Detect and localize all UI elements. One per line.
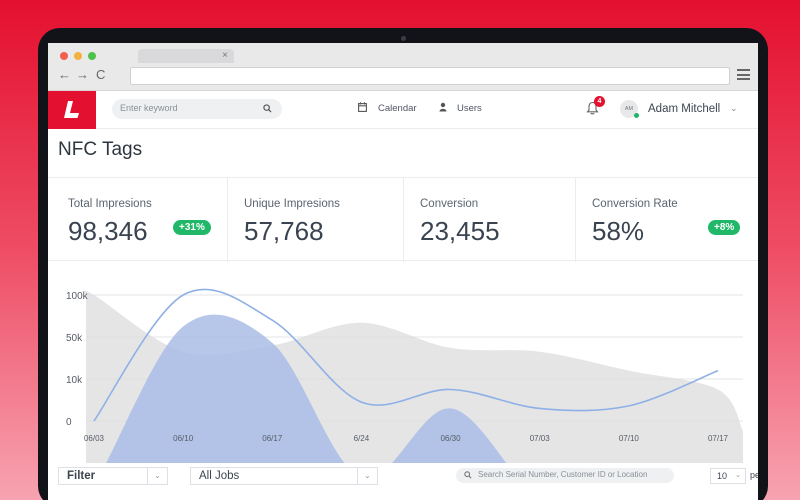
- stat-change-badge: +31%: [173, 220, 211, 235]
- user-icon: [439, 102, 447, 112]
- x-tick-label: 07/17: [708, 434, 729, 443]
- browser-menu-icon[interactable]: [737, 69, 750, 80]
- per-page-suffix: pe: [750, 470, 758, 480]
- users-label: Users: [457, 103, 482, 114]
- address-bar[interactable]: [130, 67, 730, 85]
- online-status-dot: [634, 113, 639, 118]
- per-page-chevron-down-icon: ⌄: [735, 472, 741, 479]
- logo-l-icon: [64, 101, 79, 118]
- calendar-icon: [358, 102, 367, 112]
- y-tick-label: 0: [66, 417, 72, 428]
- serial-search-placeholder: Search Serial Number, Customer ID or Loc…: [478, 470, 648, 479]
- x-tick-label: 07/10: [619, 434, 640, 443]
- reload-icon[interactable]: C: [96, 67, 105, 83]
- per-page-value: 10: [717, 471, 728, 481]
- x-tick-label: 06/30: [441, 434, 462, 443]
- keyword-search-placeholder: Enter keyword: [120, 103, 178, 113]
- forward-icon[interactable]: →: [76, 67, 89, 83]
- stat-total-impressions: Total Impresions 98,346 +31%: [48, 178, 228, 262]
- stats-row: Total Impresions 98,346 +31% Unique Impr…: [48, 177, 758, 262]
- keyword-search[interactable]: Enter keyword: [112, 99, 282, 119]
- maximize-window-dot[interactable]: [88, 52, 96, 60]
- stat-value: 57,768: [244, 216, 324, 246]
- jobs-chevron-down-icon[interactable]: ⌄: [357, 468, 377, 484]
- stat-unique-impressions: Unique Impresions 57,768: [228, 178, 404, 262]
- x-tick-label: 06/10: [173, 434, 194, 443]
- user-name[interactable]: Adam Mitchell: [648, 103, 720, 115]
- stat-label: Conversion: [420, 198, 479, 210]
- close-window-dot[interactable]: [60, 52, 68, 60]
- filter-select[interactable]: Filter ⌄: [58, 467, 168, 485]
- search-icon[interactable]: [263, 104, 272, 113]
- jobs-select[interactable]: All Jobs ⌄: [190, 467, 378, 485]
- minimize-window-dot[interactable]: [74, 52, 82, 60]
- stat-change-badge: +8%: [708, 220, 741, 235]
- calendar-link[interactable]: Calendar: [358, 102, 417, 114]
- x-tick-label: 6/24: [354, 434, 370, 443]
- impressions-chart: 100k 50k 10k 0 06/03 06/10 06/17 6/24 06/30 07/0…: [48, 261, 758, 500]
- brand-logo[interactable]: [48, 91, 96, 129]
- stat-label: Total Impresions: [68, 198, 152, 210]
- filter-select-label: Filter: [67, 470, 96, 482]
- browser-chrome: × ← → C: [48, 43, 758, 91]
- tab-close-icon[interactable]: ×: [222, 49, 228, 63]
- x-tick-label: 06/03: [84, 434, 105, 443]
- calendar-label: Calendar: [378, 103, 417, 114]
- chart-svg: 100k 50k 10k 0 06/03 06/10 06/17 6/24 06/30 07/0…: [66, 288, 758, 500]
- serial-search-input[interactable]: Search Serial Number, Customer ID or Loc…: [456, 468, 674, 483]
- per-page-select[interactable]: 10 ⌄: [710, 468, 746, 484]
- stat-value: 98,346: [68, 216, 148, 246]
- stat-conversion-rate: Conversion Rate 58% +8%: [576, 178, 758, 262]
- search-icon: [464, 471, 472, 479]
- stat-label: Conversion Rate: [592, 198, 678, 210]
- app-header: Enter keyword Calendar Users 4 AM Adam M…: [48, 91, 758, 129]
- stat-value: 58%: [592, 216, 645, 246]
- x-tick-label: 06/17: [262, 434, 283, 443]
- page-title: NFC Tags: [58, 139, 143, 160]
- y-tick-label: 10k: [66, 375, 83, 386]
- notification-count-badge: 4: [594, 96, 605, 107]
- user-menu-chevron-down-icon[interactable]: ⌄: [730, 103, 738, 114]
- filter-chevron-down-icon[interactable]: ⌄: [147, 468, 167, 484]
- camera: [401, 36, 406, 41]
- stat-conversion: Conversion 23,455: [404, 178, 576, 262]
- filter-bar: Filter ⌄ All Jobs ⌄ Search Serial Number…: [48, 463, 758, 500]
- users-link[interactable]: Users: [439, 102, 482, 114]
- laptop-frame: × ← → C Enter keyword Calendar Users 4 A…: [38, 28, 768, 500]
- browser-tab[interactable]: ×: [138, 49, 234, 63]
- y-tick-label: 100k: [66, 291, 89, 302]
- stat-label: Unique Impresions: [244, 198, 340, 210]
- jobs-select-label: All Jobs: [199, 470, 240, 482]
- back-icon[interactable]: ←: [58, 67, 71, 83]
- y-tick-label: 50k: [66, 333, 83, 344]
- screen: × ← → C Enter keyword Calendar Users 4 A…: [48, 43, 758, 500]
- stat-value: 23,455: [420, 216, 500, 246]
- x-tick-label: 07/03: [530, 434, 551, 443]
